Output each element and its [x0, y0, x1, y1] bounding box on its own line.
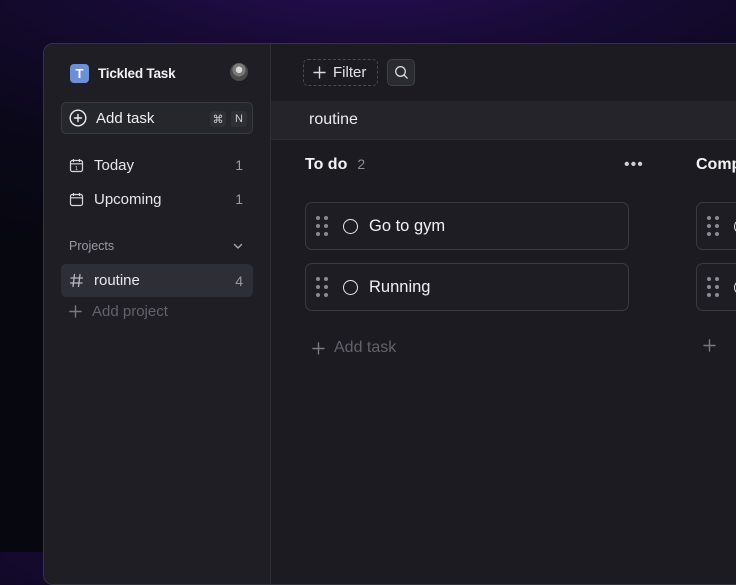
- plus-circle-icon: [69, 109, 87, 127]
- drag-handle-icon[interactable]: [707, 277, 719, 297]
- sidebar-item-today[interactable]: 1 Today 1: [61, 150, 253, 180]
- sidebar-item-upcoming[interactable]: Upcoming 1: [61, 184, 253, 214]
- column-header-todo: To do 2: [305, 156, 365, 174]
- filter-button[interactable]: Filter: [303, 59, 378, 86]
- task-card[interactable]: [696, 202, 736, 250]
- search-icon: [394, 66, 408, 79]
- search-button[interactable]: [387, 59, 415, 86]
- chevron-down-icon[interactable]: [232, 240, 244, 252]
- column-count: 2: [357, 156, 366, 172]
- brand: T Tickled Task: [70, 64, 176, 83]
- project-title: routine: [309, 111, 358, 128]
- filter-label: Filter: [333, 64, 367, 81]
- projects-section-label: Projects: [69, 239, 115, 253]
- toolbar: Filter: [271, 44, 736, 102]
- task-card[interactable]: [696, 263, 736, 311]
- task-checkbox[interactable]: [343, 279, 358, 295]
- drag-handle-icon[interactable]: [316, 216, 328, 236]
- add-task-label: Add task: [96, 109, 155, 127]
- sidebar-item-label: Upcoming: [94, 190, 162, 208]
- hash-icon: [69, 273, 84, 288]
- task-label: Go to gym: [369, 216, 446, 235]
- app-name: Tickled Task: [98, 66, 176, 81]
- sidebar-item-routine[interactable]: routine 4: [61, 264, 253, 297]
- sidebar-item-label: Today: [94, 156, 135, 174]
- calendar-icon: [69, 192, 84, 206]
- project-header: routine: [271, 101, 736, 140]
- plus-icon: [703, 339, 716, 352]
- task-card[interactable]: Go to gym: [305, 202, 629, 250]
- app-window: T Tickled Task Add task ⌘ N 1 Today 1 Up…: [43, 43, 736, 585]
- today-count: 1: [235, 157, 243, 173]
- add-project-label: Add project: [92, 303, 168, 320]
- sidebar: T Tickled Task Add task ⌘ N 1 Today 1 Up…: [44, 44, 271, 584]
- task-card[interactable]: Running: [305, 263, 629, 311]
- column-title: To do: [305, 156, 348, 173]
- sidebar-item-label: routine: [94, 272, 140, 289]
- add-task-to-column-button[interactable]: [703, 339, 716, 352]
- svg-text:1: 1: [75, 166, 78, 172]
- task-label: Running: [369, 277, 431, 296]
- more-icon[interactable]: •••: [624, 156, 644, 174]
- routine-count: 4: [235, 272, 243, 289]
- avatar[interactable]: [230, 63, 248, 81]
- command-key-badge: ⌘: [210, 111, 226, 127]
- add-project-button[interactable]: Add project: [69, 303, 168, 320]
- plus-icon: [312, 341, 325, 355]
- column-header-completed: Comp: [696, 156, 736, 174]
- drag-handle-icon[interactable]: [707, 216, 719, 236]
- plus-icon: [69, 305, 82, 318]
- add-task-to-column-button[interactable]: Add task: [312, 339, 396, 357]
- task-checkbox[interactable]: [343, 218, 358, 234]
- plus-icon: [313, 66, 326, 79]
- add-task-label: Add task: [334, 339, 397, 356]
- column-title: Comp: [696, 156, 736, 173]
- drag-handle-icon[interactable]: [316, 277, 328, 297]
- upcoming-count: 1: [235, 191, 243, 207]
- app-logo-icon: T: [70, 64, 89, 83]
- calendar-today-icon: 1: [69, 158, 84, 172]
- add-task-button[interactable]: Add task ⌘ N: [61, 102, 253, 134]
- n-key-badge: N: [231, 111, 247, 127]
